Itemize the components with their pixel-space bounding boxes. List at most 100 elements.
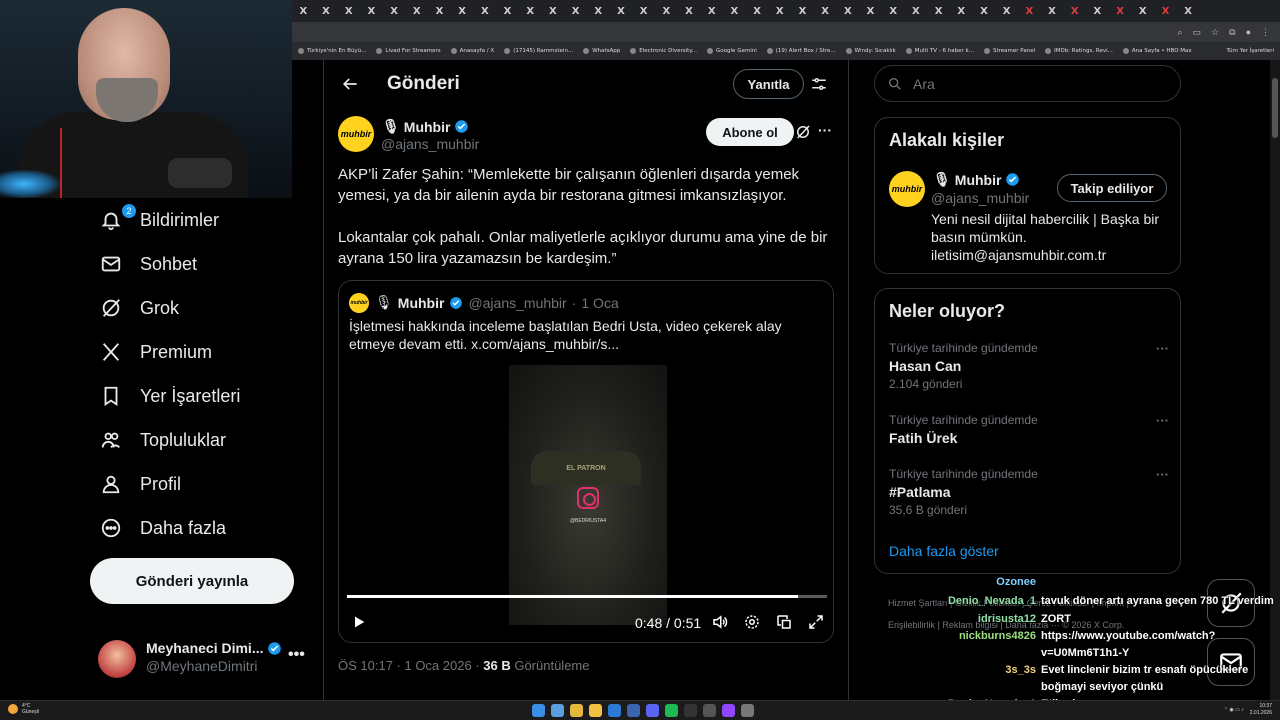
app-icon[interactable]	[703, 704, 716, 717]
browser-tab[interactable]: X	[1154, 0, 1177, 22]
app-icon[interactable]	[608, 704, 621, 717]
picture-in-picture-icon[interactable]	[775, 613, 793, 631]
settings-gear-icon[interactable]	[743, 613, 761, 631]
browser-tab[interactable]: X	[791, 0, 814, 22]
play-icon[interactable]	[351, 614, 367, 630]
browser-tab[interactable]: X	[837, 0, 860, 22]
bookmark-item[interactable]: Streamer Panel	[983, 48, 1035, 54]
bookmark-item[interactable]: Electronic Diversity...	[630, 48, 697, 54]
account-more-icon[interactable]: •••	[288, 646, 305, 664]
following-button[interactable]: Takip ediliyor	[1057, 174, 1167, 202]
browser-tab[interactable]: X	[859, 0, 882, 22]
nav-profile[interactable]: Profil	[100, 462, 181, 506]
nav-premium[interactable]: Premium	[100, 330, 212, 374]
volume-icon[interactable]	[711, 613, 729, 631]
account-switcher[interactable]: Meyhaneci Dimi... @MeyhaneDimitri •••	[98, 636, 308, 680]
bookmark-item[interactable]: Anasayfa / X	[450, 48, 494, 54]
browser-tab[interactable]: X	[973, 0, 996, 22]
browser-tab[interactable]: X	[746, 0, 769, 22]
video-progress-bar[interactable]	[347, 595, 827, 598]
trend-more-icon[interactable]: ···	[1156, 413, 1169, 428]
browser-tab[interactable]: X	[632, 0, 655, 22]
author-handle[interactable]: @ajans_muhbir	[381, 136, 479, 152]
bookmark-item[interactable]: (19) Alert Box / Stre...	[766, 48, 836, 54]
bookmark-item[interactable]: IMDb: Ratings, Revi...	[1045, 48, 1113, 54]
browser-tab[interactable]: X	[1086, 0, 1109, 22]
extensions-icon[interactable]: ⧉	[1229, 27, 1235, 38]
nav-more[interactable]: Daha fazla	[100, 506, 226, 550]
nav-grok[interactable]: Grok	[100, 286, 179, 330]
browser-tab[interactable]: X	[1041, 0, 1064, 22]
author-name-row[interactable]: 🎙 Muhbir	[382, 118, 469, 135]
app-icon[interactable]	[741, 704, 754, 717]
clock-time[interactable]: 10:37	[1250, 703, 1272, 710]
nav-notifications[interactable]: 2 Bildirimler	[100, 198, 219, 242]
nav-communities[interactable]: Topluluklar	[100, 418, 226, 462]
trend-more-icon[interactable]: ···	[1156, 341, 1169, 356]
fullscreen-icon[interactable]	[807, 613, 825, 631]
clock-date[interactable]: 2.01.2026	[1250, 710, 1272, 717]
search-icon[interactable]	[551, 704, 564, 717]
bookmark-item[interactable]: Livad For Streamers	[376, 48, 441, 54]
scrollbar-thumb[interactable]	[1272, 78, 1278, 138]
trend-item[interactable]: Türkiye tarihinde gündemde Fatih Ürek ··…	[889, 413, 1169, 446]
browser-tab[interactable]: X	[315, 0, 338, 22]
menu-icon[interactable]: ⋮	[1261, 27, 1270, 38]
show-more-link[interactable]: Daha fazla göster	[889, 543, 999, 559]
discord-icon[interactable]	[646, 704, 659, 717]
profile-icon[interactable]: ●	[1246, 27, 1251, 37]
browser-tab[interactable]: X	[1109, 0, 1132, 22]
bookmark-item[interactable]: (17145) Rammstein...	[504, 48, 573, 54]
app-icon[interactable]	[722, 704, 735, 717]
browser-tab[interactable]: X	[360, 0, 383, 22]
start-icon[interactable]	[532, 704, 545, 717]
browser-tab[interactable]: X	[405, 0, 428, 22]
post-timestamp[interactable]: ÖS 10:17 · 1 Oca 2026 ·	[338, 658, 483, 673]
spotify-icon[interactable]	[665, 704, 678, 717]
trend-more-icon[interactable]: ···	[1156, 467, 1169, 482]
browser-tab[interactable]: X	[610, 0, 633, 22]
post-button[interactable]: Gönderi yayınla	[90, 558, 294, 604]
browser-tab[interactable]: X	[428, 0, 451, 22]
settings-sliders-icon[interactable]	[810, 75, 828, 93]
browser-tab[interactable]: X	[564, 0, 587, 22]
browser-tab[interactable]: X	[995, 0, 1018, 22]
browser-tab[interactable]: X	[882, 0, 905, 22]
zoom-icon[interactable]: ⌕	[1177, 27, 1182, 38]
related-avatar[interactable]: muhbir	[889, 171, 925, 207]
browser-tab[interactable]: X	[542, 0, 565, 22]
browser-tab[interactable]: X	[519, 0, 542, 22]
trend-item[interactable]: Türkiye tarihinde gündemde Hasan Can 2.1…	[889, 341, 1169, 391]
browser-tab[interactable]: X	[950, 0, 973, 22]
browser-tab[interactable]: X	[496, 0, 519, 22]
nav-bookmarks[interactable]: Yer İşaretleri	[100, 374, 240, 418]
browser-tab[interactable]: X	[905, 0, 928, 22]
all-bookmarks[interactable]: Tüm Yer İşaretleri	[1227, 48, 1280, 54]
browser-tab[interactable]: X	[1177, 0, 1200, 22]
bookmark-item[interactable]: Türkiye'nin En Büyü...	[298, 48, 366, 54]
bookmark-item[interactable]: Multi TV - 6 haber k...	[905, 48, 974, 54]
browser-tab[interactable]: X	[723, 0, 746, 22]
grok-icon[interactable]	[794, 123, 812, 141]
browser-tab[interactable]: X	[383, 0, 406, 22]
author-avatar[interactable]: muhbir	[338, 116, 374, 152]
weather-widget[interactable]: 4°C Güneşli	[8, 703, 39, 715]
bookmark-item[interactable]: Google Gemini	[707, 48, 757, 54]
browser-tab[interactable]: X	[474, 0, 497, 22]
cast-icon[interactable]: ▭	[1193, 27, 1202, 38]
folder-icon[interactable]	[589, 704, 602, 717]
bookmark-item[interactable]: Ana Sayfa • HBO Max	[1122, 48, 1192, 54]
back-arrow-icon[interactable]	[340, 74, 360, 94]
star-icon[interactable]: ☆	[1211, 27, 1219, 38]
browser-tab[interactable]: X	[814, 0, 837, 22]
post-more-icon[interactable]: ···	[818, 122, 832, 138]
browser-tab[interactable]: X	[292, 0, 315, 22]
bookmark-item[interactable]: Windy: Sıcaklık	[845, 48, 896, 54]
browser-tab[interactable]: X	[587, 0, 610, 22]
subscribe-button[interactable]: Abone ol	[706, 118, 794, 146]
browser-tab[interactable]: X	[451, 0, 474, 22]
related-handle[interactable]: @ajans_muhbir	[931, 190, 1029, 206]
browser-tab[interactable]: X	[655, 0, 678, 22]
steam-icon[interactable]	[627, 704, 640, 717]
chrome-icon[interactable]	[570, 704, 583, 717]
